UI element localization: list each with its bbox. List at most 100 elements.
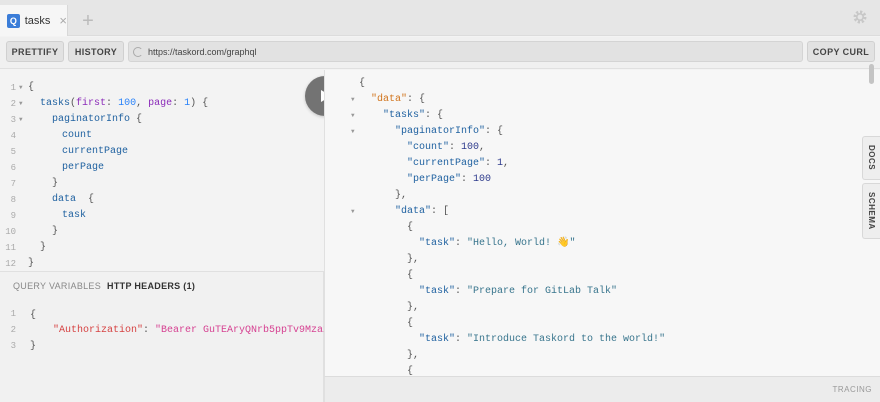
punctuation-token: , — [503, 158, 510, 169]
code-line: data { — [52, 192, 94, 208]
punctuation-token: : [ — [431, 206, 450, 217]
fold-arrow-icon[interactable]: ▼ — [19, 80, 23, 96]
result-scrollbar[interactable] — [869, 64, 874, 84]
toolbar: PRETTIFY HISTORY https://taskord.com/gra… — [0, 37, 880, 69]
result-line: "data": { — [371, 92, 425, 108]
line-number: 10 — [5, 227, 16, 237]
punctuation-token: : — [485, 158, 498, 169]
code-line: { — [30, 310, 37, 321]
code-line: } — [52, 226, 59, 237]
json-string-token: "Introduce Taskord to the world!" — [467, 334, 666, 345]
docs-tab[interactable]: DOCS — [862, 136, 880, 180]
variables-tabs: QUERY VARIABLES HTTP HEADERS (1) — [13, 281, 195, 291]
code-line: } — [52, 178, 59, 189]
query-editor[interactable]: 1 ▼ { 2 ▼ tasks(first: 100, page: 1) { 3… — [0, 70, 324, 271]
result-line: }, — [407, 254, 420, 265]
result-line: { — [407, 222, 414, 233]
fold-arrow-icon[interactable]: ▼ — [351, 108, 355, 124]
fold-arrow-icon[interactable]: ▼ — [351, 92, 355, 108]
code-line: tasks(first: 100, page: 1) { — [40, 96, 208, 112]
prettify-button[interactable]: PRETTIFY — [6, 41, 64, 62]
result-line: "task": "Prepare for GitLab Talk" — [419, 284, 617, 300]
json-key-token: "currentPage" — [407, 158, 486, 169]
json-string-token: "Hello, World! 👋" — [467, 238, 576, 249]
code-line: count — [62, 130, 93, 141]
code-line: } — [40, 242, 47, 253]
json-key-token: "paginatorInfo" — [395, 126, 486, 137]
fold-arrow-icon[interactable]: ▼ — [19, 112, 23, 128]
close-icon[interactable]: × — [59, 14, 67, 27]
punctuation-token: : — [455, 238, 468, 249]
tracing-toggle[interactable]: TRACING — [833, 385, 873, 394]
history-button[interactable]: HISTORY — [68, 41, 124, 62]
schema-tab[interactable]: SCHEMA — [862, 183, 880, 239]
fold-arrow-icon[interactable]: ▼ — [351, 124, 355, 140]
line-number: 1 — [10, 309, 16, 319]
result-line: }, — [407, 350, 420, 361]
punctuation-token: : — [106, 98, 119, 109]
line-number: 8 — [10, 195, 16, 205]
punctuation-token: : — [455, 334, 468, 345]
tab-http-headers[interactable]: HTTP HEADERS (1) — [107, 281, 195, 291]
result-line: { — [359, 78, 366, 89]
punctuation-token: : — [172, 98, 185, 109]
punctuation-token: : { — [407, 94, 426, 105]
punctuation-token: , — [479, 142, 486, 153]
copy-curl-button[interactable]: COPY CURL — [807, 41, 875, 62]
punctuation-token: { — [76, 194, 95, 205]
endpoint-url-input[interactable]: https://taskord.com/graphql — [128, 41, 803, 62]
json-key-token: "task" — [419, 286, 456, 297]
code-line: } — [28, 258, 35, 269]
line-number: 11 — [5, 243, 16, 253]
line-number: 5 — [10, 147, 16, 157]
result-line: "tasks": { — [383, 108, 443, 124]
result-line: "count": 100, — [407, 140, 485, 156]
punctuation-token: , — [136, 98, 149, 109]
line-number: 3 — [10, 341, 16, 351]
add-tab-button[interactable]: + — [74, 8, 102, 34]
docs-tab-label: DOCS — [867, 145, 876, 171]
line-number: 4 — [10, 131, 16, 141]
line-number: 9 — [10, 211, 16, 221]
field-token: paginatorInfo — [52, 114, 131, 125]
punctuation-token: { — [130, 114, 143, 125]
json-key-token: "tasks" — [383, 110, 426, 121]
tab-query-variables[interactable]: QUERY VARIABLES — [13, 281, 101, 291]
line-number: 3 — [10, 115, 16, 125]
result-line: { — [407, 270, 414, 281]
json-key-token: "task" — [419, 334, 456, 345]
result-line: "currentPage": 1, — [407, 156, 509, 172]
punctuation-token: : — [455, 286, 468, 297]
refresh-icon[interactable] — [133, 46, 143, 57]
result-viewer[interactable]: { ▼ "data": { ▼ "tasks": { ▼ "paginatorI… — [324, 70, 880, 376]
tab-tasks[interactable]: Q tasks × — [0, 5, 68, 36]
argument-token: page — [148, 98, 173, 109]
schema-tab-label: SCHEMA — [867, 192, 876, 230]
tab-title: tasks — [24, 14, 51, 27]
code-line: task — [62, 210, 87, 221]
code-line: } — [30, 341, 37, 352]
line-number: 12 — [5, 259, 16, 269]
result-line: { — [407, 366, 414, 376]
json-key-token: "data" — [395, 206, 432, 217]
result-line: "paginatorInfo": { — [395, 124, 503, 140]
fold-arrow-icon[interactable]: ▼ — [19, 96, 23, 112]
result-line: "perPage": 100 — [407, 172, 491, 188]
json-number-token: 100 — [473, 174, 492, 185]
line-number: 1 — [10, 83, 16, 93]
json-number-token: 100 — [461, 142, 480, 153]
punctuation-token: : — [461, 174, 474, 185]
field-token: data — [52, 194, 77, 205]
result-line: }, — [395, 190, 408, 201]
punctuation-token: : — [143, 325, 156, 336]
code-line: paginatorInfo { — [52, 112, 142, 128]
fold-arrow-icon[interactable]: ▼ — [351, 204, 355, 220]
result-line: }, — [407, 302, 420, 313]
number-token: 100 — [118, 98, 137, 109]
punctuation-token: : { — [485, 126, 504, 137]
code-line: "Authorization": "Bearer GuTEAryQNrb5ppT… — [53, 323, 341, 339]
code-line: perPage — [62, 162, 105, 173]
gear-icon[interactable] — [852, 9, 868, 25]
argument-token: first — [76, 98, 107, 109]
code-line: { — [28, 82, 35, 93]
